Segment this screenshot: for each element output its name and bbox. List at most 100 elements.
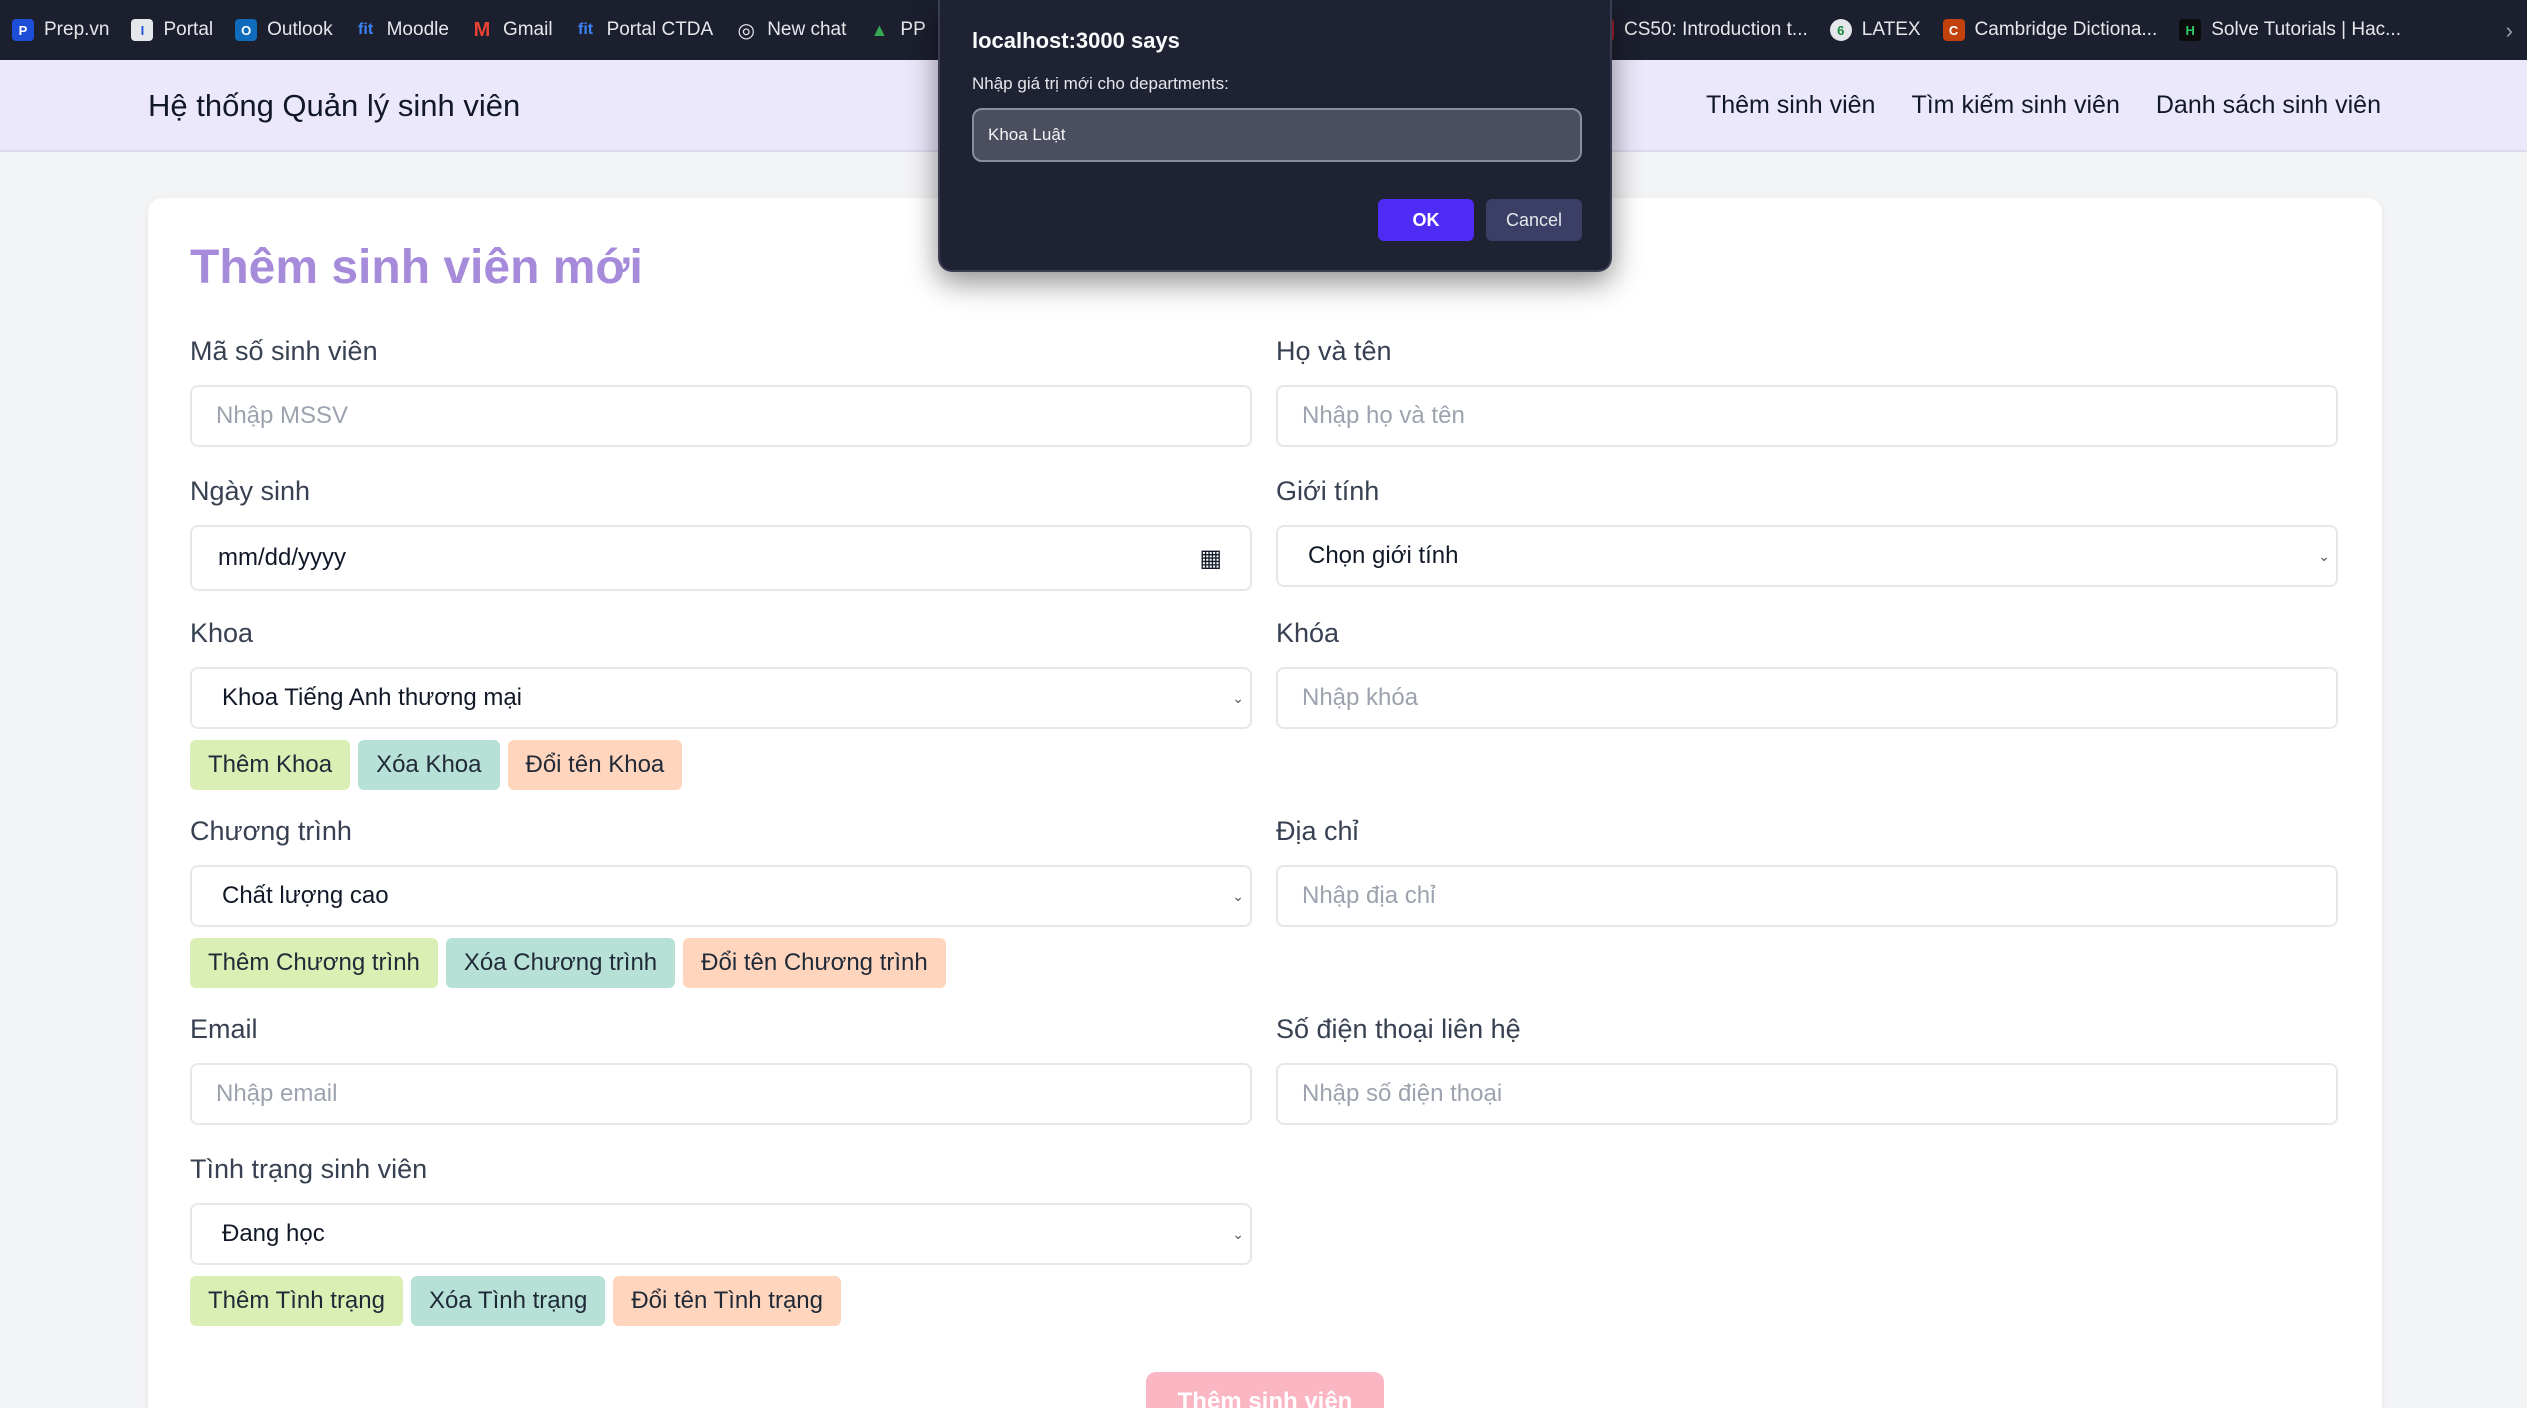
gender-field: Giới tính Chọn giới tính ⌄ xyxy=(1276,476,2338,587)
email-label: Email xyxy=(190,1014,258,1044)
bookmark-prep[interactable]: P Prep.vn xyxy=(12,19,109,41)
bookmark-portal-ctda[interactable]: fit Portal CTDA xyxy=(575,19,714,41)
fullname-label: Họ và tên xyxy=(1276,336,1392,366)
program-value: Chất lượng cao xyxy=(222,882,389,909)
course-year-input[interactable]: Nhập khóa xyxy=(1276,667,2338,729)
bookmark-latex[interactable]: 6 LATEX xyxy=(1829,19,1921,41)
department-actions: Thêm Khoa Xóa Khoa Đổi tên Khoa xyxy=(190,740,683,790)
fullname-input[interactable]: Nhập họ và tên xyxy=(1276,385,2338,447)
bookmark-gmail[interactable]: M Gmail xyxy=(471,19,553,41)
status-select[interactable]: Đang học ⌄ xyxy=(190,1203,1252,1265)
rename-department-button[interactable]: Đổi tên Khoa xyxy=(507,740,683,790)
form-title: Thêm sinh viên mới xyxy=(190,241,643,294)
prep-icon: P xyxy=(12,19,34,41)
program-field: Chương trình Chất lượng cao ⌄ xyxy=(190,816,1252,927)
gender-select[interactable]: Chọn giới tính ⌄ xyxy=(1276,525,2338,587)
dob-input[interactable]: mm/dd/yyyy ▦ xyxy=(190,525,1252,591)
chatgpt-icon: ◎ xyxy=(737,19,755,42)
dialog-cancel-button[interactable]: Cancel xyxy=(1486,199,1582,241)
delete-department-button[interactable]: Xóa Khoa xyxy=(358,740,500,790)
fit-icon: fit xyxy=(578,21,594,38)
fullname-field: Họ và tên Nhập họ và tên xyxy=(1276,336,2338,447)
department-value: Khoa Tiếng Anh thương mại xyxy=(222,684,522,711)
phone-field: Số điện thoại liên hệ Nhập số điện thoại xyxy=(1276,1014,2338,1125)
status-field: Tình trạng sinh viên Đang học ⌄ xyxy=(190,1154,1252,1265)
program-label: Chương trình xyxy=(190,816,352,846)
department-select[interactable]: Khoa Tiếng Anh thương mại ⌄ xyxy=(190,667,1252,729)
delete-program-button[interactable]: Xóa Chương trình xyxy=(445,938,676,988)
bookmark-outlook[interactable]: O Outlook xyxy=(235,19,333,41)
bookmark-label: Cambridge Dictiona... xyxy=(1974,19,2158,40)
department-field: Khoa Khoa Tiếng Anh thương mại ⌄ xyxy=(190,618,1252,729)
bookmark-label: Portal CTDA xyxy=(606,19,714,40)
phone-input[interactable]: Nhập số điện thoại xyxy=(1276,1063,2338,1125)
bookmark-cambridge[interactable]: C Cambridge Dictiona... xyxy=(1942,19,2158,41)
dialog-title: localhost:3000 says xyxy=(972,28,1180,53)
fit-icon: fit xyxy=(358,21,374,38)
submit-add-student-button[interactable]: Thêm sinh viên xyxy=(1146,1372,1384,1408)
brand-title[interactable]: Hệ thống Quản lý sinh viên xyxy=(148,88,520,124)
bookmark-label: Prep.vn xyxy=(44,19,110,40)
chevron-down-icon: ⌄ xyxy=(1232,1225,1244,1242)
rename-status-button[interactable]: Đổi tên Tình trạng xyxy=(613,1276,841,1326)
bookmark-label: Moodle xyxy=(386,19,449,40)
mssv-input[interactable]: Nhập MSSV xyxy=(190,385,1252,447)
address-input[interactable]: Nhập địa chỉ xyxy=(1276,865,2338,927)
dialog-ok-button[interactable]: OK xyxy=(1378,199,1474,241)
add-program-button[interactable]: Thêm Chương trình xyxy=(190,938,438,988)
gmail-icon: M xyxy=(473,18,491,41)
dob-value: mm/dd/yyyy xyxy=(218,544,347,571)
chevron-down-icon: ⌄ xyxy=(1232,689,1244,706)
dialog-input[interactable]: Khoa Luật xyxy=(972,108,1582,162)
add-status-button[interactable]: Thêm Tình trạng xyxy=(190,1276,403,1326)
calendar-icon[interactable]: ▦ xyxy=(1199,544,1222,573)
bookmark-pp[interactable]: ▲ PP xyxy=(868,19,925,41)
bookmark-label: New chat xyxy=(767,19,847,40)
overleaf-icon: 6 xyxy=(1829,19,1852,41)
department-label: Khoa xyxy=(190,618,254,648)
bookmark-label: PP xyxy=(900,19,926,40)
course-year-field: Khóa Nhập khóa xyxy=(1276,618,2338,729)
program-actions: Thêm Chương trình Xóa Chương trình Đổi t… xyxy=(190,938,946,988)
phone-label: Số điện thoại liên hệ xyxy=(1276,1014,1521,1044)
bookmark-label: Portal xyxy=(163,19,214,40)
nav-link-search-student[interactable]: Tìm kiếm sinh viên xyxy=(1911,91,2119,120)
nav-link-student-list[interactable]: Danh sách sinh viên xyxy=(2156,91,2381,120)
program-select[interactable]: Chất lượng cao ⌄ xyxy=(190,865,1252,927)
bookmark-label: Outlook xyxy=(267,19,333,40)
bookmarks-right-group: HCS50: Introduction t... 6LATEX CCambrid… xyxy=(1600,0,2423,60)
delete-status-button[interactable]: Xóa Tình trạng xyxy=(410,1276,606,1326)
chevron-down-icon: ⌄ xyxy=(1232,887,1244,904)
bookmark-new-chat[interactable]: ◎ New chat xyxy=(735,19,847,42)
rename-program-button[interactable]: Đổi tên Chương trình xyxy=(683,938,946,988)
email-input[interactable]: Nhập email xyxy=(190,1063,1252,1125)
bookmark-label: LATEX xyxy=(1861,19,1921,40)
status-label: Tình trạng sinh viên xyxy=(190,1154,428,1184)
add-department-button[interactable]: Thêm Khoa xyxy=(190,740,351,790)
mssv-field: Mã số sinh viên Nhập MSSV xyxy=(190,336,1252,447)
nav-link-add-student[interactable]: Thêm sinh viên xyxy=(1706,91,1876,120)
outlook-icon: O xyxy=(235,19,258,41)
nav-links: Thêm sinh viên Tìm kiếm sinh viên Danh s… xyxy=(1706,91,2381,120)
bookmark-cs50[interactable]: HCS50: Introduction t... xyxy=(1600,19,1808,41)
status-value: Đang học xyxy=(222,1220,325,1247)
drive-icon: ▲ xyxy=(870,19,889,40)
dob-label: Ngày sinh xyxy=(190,476,311,506)
bookmark-portal[interactable]: I Portal xyxy=(131,19,213,41)
chevron-down-icon: ⌄ xyxy=(2318,547,2330,564)
address-label: Địa chỉ xyxy=(1276,816,1359,846)
prompt-dialog: localhost:3000 says Nhập giá trị mới cho… xyxy=(938,0,1612,272)
bookmark-moodle[interactable]: fit Moodle xyxy=(355,19,449,41)
bookmark-label: Solve Tutorials | Hac... xyxy=(2211,19,2401,40)
dialog-message: Nhập giá trị mới cho departments: xyxy=(972,74,1229,93)
gender-label: Giới tính xyxy=(1276,476,1380,506)
more-bookmarks-icon[interactable]: › xyxy=(2506,18,2513,44)
hackerrank-icon: H xyxy=(2179,19,2202,41)
cambridge-icon: C xyxy=(1942,19,1965,41)
bookmark-hackerrank[interactable]: H Solve Tutorials | Hac... xyxy=(2179,19,2401,41)
portal-icon: I xyxy=(131,19,154,41)
mssv-label: Mã số sinh viên xyxy=(190,336,378,366)
status-actions: Thêm Tình trạng Xóa Tình trạng Đổi tên T… xyxy=(190,1276,841,1326)
bookmark-label: CS50: Introduction t... xyxy=(1624,19,1808,40)
email-field: Email Nhập email xyxy=(190,1014,1252,1125)
